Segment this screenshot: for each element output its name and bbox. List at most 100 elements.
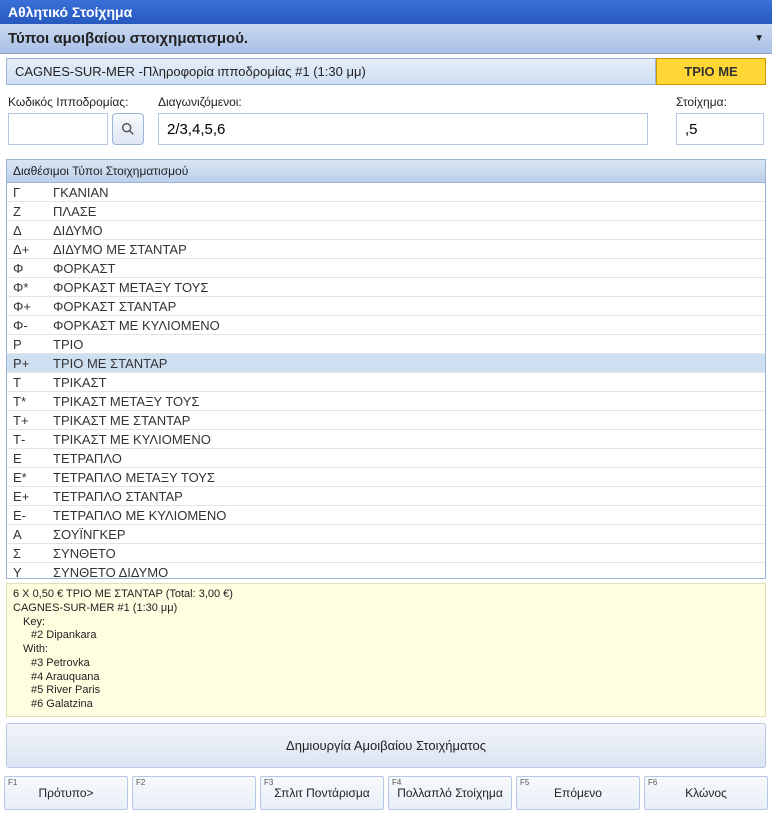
fkey-label: Σπλιτ Ποντάρισμα bbox=[274, 786, 369, 800]
bet-type-name: ΣΟΥΪΝΓΚΕΡ bbox=[51, 527, 765, 542]
table-row[interactable]: ΑΣΟΥΪΝΓΚΕΡ bbox=[7, 525, 765, 544]
bet-type-name: ΦΟΡΚΑΣΤ ΜΕΤΑΞΥ ΤΟΥΣ bbox=[51, 280, 765, 295]
bet-type-name: ΔΙΔΥΜΟ ΜΕ ΣΤΑΝΤΑΡ bbox=[51, 242, 765, 257]
fkey-number: F6 bbox=[648, 778, 657, 787]
table-row[interactable]: ΦΦΟΡΚΑΣΤ bbox=[7, 259, 765, 278]
summary-with-horse: #3 Petrovka bbox=[13, 657, 759, 671]
bet-type-name: ΦΟΡΚΑΣΤ bbox=[51, 261, 765, 276]
summary-race: CAGNES-SUR-MER #1 (1:30 μμ) bbox=[13, 602, 759, 616]
bet-type-code: Δ bbox=[7, 223, 51, 238]
summary-with-horse: #5 River Paris bbox=[13, 684, 759, 698]
summary-with-horse: #4 Arauquana bbox=[13, 671, 759, 685]
bet-types-header: Διαθέσιμοι Τύποι Στοιχηματισμού bbox=[7, 160, 765, 183]
collapse-toggle[interactable]: ▼ bbox=[754, 33, 764, 44]
bet-type-code: Φ bbox=[7, 261, 51, 276]
bet-type-name: ΤΡΙΟ bbox=[51, 337, 765, 352]
table-row[interactable]: Ε+ΤΕΤΡΑΠΛΟ ΣΤΑΝΤΑΡ bbox=[7, 487, 765, 506]
stake-input[interactable] bbox=[676, 113, 764, 145]
bet-type-code: Φ- bbox=[7, 318, 51, 333]
bet-type-code: Ε+ bbox=[7, 489, 51, 504]
table-row[interactable]: Δ+ΔΙΔΥΜΟ ΜΕ ΣΤΑΝΤΑΡ bbox=[7, 240, 765, 259]
label-race-code: Κωδικός Ιπποδρομίας: bbox=[8, 95, 144, 109]
table-row[interactable]: ΣΣΥΝΘΕΤΟ bbox=[7, 544, 765, 563]
bet-type-name: ΤΡΙΟ ΜΕ ΣΤΑΝΤΑΡ bbox=[51, 356, 765, 371]
table-row[interactable]: ΕΤΕΤΡΑΠΛΟ bbox=[7, 449, 765, 468]
bet-type-name: ΣΥΝΘΕΤΟ bbox=[51, 546, 765, 561]
fkey-f3[interactable]: F3Σπλιτ Ποντάρισμα bbox=[260, 776, 384, 810]
fkey-label: Επόμενο bbox=[554, 786, 602, 800]
bet-types-list[interactable]: ΓΓΚΑΝΙΑΝZΠΛΑΣΕΔΔΙΔΥΜΟΔ+ΔΙΔΥΜΟ ΜΕ ΣΤΑΝΤΑΡ… bbox=[7, 183, 765, 578]
fkey-label: Πρότυπο> bbox=[38, 786, 93, 800]
fkey-number: F2 bbox=[136, 778, 145, 787]
fkey-label: Πολλαπλό Στοίχημα bbox=[397, 786, 503, 800]
fkey-number: F3 bbox=[264, 778, 273, 787]
summary-with-horse: #6 Galatzina bbox=[13, 698, 759, 712]
fkey-number: F1 bbox=[8, 778, 17, 787]
table-row[interactable]: ΓΓΚΑΝΙΑΝ bbox=[7, 183, 765, 202]
fkey-f1[interactable]: F1 Πρότυπο> bbox=[4, 776, 128, 810]
table-row[interactable]: Ρ+ΤΡΙΟ ΜΕ ΣΤΑΝΤΑΡ bbox=[7, 354, 765, 373]
summary-key-horse: #2 Dipankara bbox=[13, 629, 759, 643]
search-button[interactable] bbox=[112, 113, 144, 145]
fkey-number: F4 bbox=[392, 778, 401, 787]
table-row[interactable]: ΤΤΡΙΚΑΣΤ bbox=[7, 373, 765, 392]
bet-type-name: ΤΡΙΚΑΣΤ ΜΕΤΑΞΥ ΤΟΥΣ bbox=[51, 394, 765, 409]
bet-type-code: Τ bbox=[7, 375, 51, 390]
bet-type-name: ΤΕΤΡΑΠΛΟ bbox=[51, 451, 765, 466]
bet-type-name: ΤΡΙΚΑΣΤ ΜΕ ΣΤΑΝΤΑΡ bbox=[51, 413, 765, 428]
bet-type-name: ΓΚΑΝΙΑΝ bbox=[51, 185, 765, 200]
table-row[interactable]: Τ*ΤΡΙΚΑΣΤ ΜΕΤΑΞΥ ΤΟΥΣ bbox=[7, 392, 765, 411]
bet-type-name: ΤΕΤΡΑΠΛΟ ΜΕ ΚΥΛΙΟΜΕΝΟ bbox=[51, 508, 765, 523]
table-row[interactable]: Τ+ΤΡΙΚΑΣΤ ΜΕ ΣΤΑΝΤΑΡ bbox=[7, 411, 765, 430]
bet-type-code: Ε- bbox=[7, 508, 51, 523]
bet-type-code: Τ- bbox=[7, 432, 51, 447]
race-code-input[interactable] bbox=[8, 113, 108, 145]
fkey-f5[interactable]: F5 Επόμενο bbox=[516, 776, 640, 810]
table-row[interactable]: ΥΣΥΝΘΕΤΟ ΔΙΔΥΜΟ bbox=[7, 563, 765, 578]
label-stake: Στοίχημα: bbox=[676, 95, 764, 109]
summary-key-label: Key: bbox=[13, 616, 759, 630]
fkey-f4[interactable]: F4Πολλαπλό Στοίχημα bbox=[388, 776, 512, 810]
table-row[interactable]: Φ-ΦΟΡΚΑΣΤ ΜΕ ΚΥΛΙΟΜΕΝΟ bbox=[7, 316, 765, 335]
table-row[interactable]: Φ+ΦΟΡΚΑΣΤ ΣΤΑΝΤΑΡ bbox=[7, 297, 765, 316]
search-icon bbox=[120, 121, 136, 137]
bet-type-name: ΠΛΑΣΕ bbox=[51, 204, 765, 219]
bet-type-code: Τ* bbox=[7, 394, 51, 409]
table-row[interactable]: Τ-ΤΡΙΚΑΣΤ ΜΕ ΚΥΛΙΟΜΕΝΟ bbox=[7, 430, 765, 449]
fkey-f2[interactable]: F2 bbox=[132, 776, 256, 810]
table-row[interactable]: Φ*ΦΟΡΚΑΣΤ ΜΕΤΑΞΥ ΤΟΥΣ bbox=[7, 278, 765, 297]
bet-type-code: Σ bbox=[7, 546, 51, 561]
table-row[interactable]: ΡΤΡΙΟ bbox=[7, 335, 765, 354]
fkey-number: F5 bbox=[520, 778, 529, 787]
bet-type-code: Δ+ bbox=[7, 242, 51, 257]
bet-type-name: ΔΙΔΥΜΟ bbox=[51, 223, 765, 238]
fkey-label: Κλώνος bbox=[685, 786, 727, 800]
bet-type-name: ΤΡΙΚΑΣΤ ΜΕ ΚΥΛΙΟΜΕΝΟ bbox=[51, 432, 765, 447]
table-row[interactable]: Ε*ΤΕΤΡΑΠΛΟ ΜΕΤΑΞΥ ΤΟΥΣ bbox=[7, 468, 765, 487]
bet-type-name: ΦΟΡΚΑΣΤ ΣΤΑΝΤΑΡ bbox=[51, 299, 765, 314]
table-row[interactable]: Ε-ΤΕΤΡΑΠΛΟ ΜΕ ΚΥΛΙΟΜΕΝΟ bbox=[7, 506, 765, 525]
runners-input[interactable] bbox=[158, 113, 648, 145]
bet-type-name: ΦΟΡΚΑΣΤ ΜΕ ΚΥΛΙΟΜΕΝΟ bbox=[51, 318, 765, 333]
bet-type-code: Ε* bbox=[7, 470, 51, 485]
table-row[interactable]: ZΠΛΑΣΕ bbox=[7, 202, 765, 221]
section-title: Τύποι αμοιβαίου στοιχηματισμού. bbox=[8, 30, 248, 47]
summary-with-label: With: bbox=[13, 643, 759, 657]
bet-type-code: Φ* bbox=[7, 280, 51, 295]
bet-summary: 6 Χ 0,50 € ΤΡΙΟ ΜΕ ΣΤΑΝΤΑΡ (Total: 3,00 … bbox=[6, 583, 766, 717]
bet-type-code: Ε bbox=[7, 451, 51, 466]
bet-type-code: Z bbox=[7, 204, 51, 219]
label-runners: Διαγωνιζόμενοι: bbox=[158, 95, 662, 109]
race-info: CAGNES-SUR-MER -Πληροφορία ιπποδρομίας #… bbox=[6, 58, 656, 85]
bet-type-name: ΣΥΝΘΕΤΟ ΔΙΔΥΜΟ bbox=[51, 565, 765, 579]
fkey-f6[interactable]: F6 Κλώνος bbox=[644, 776, 768, 810]
table-row[interactable]: ΔΔΙΔΥΜΟ bbox=[7, 221, 765, 240]
bet-type-name: ΤΡΙΚΑΣΤ bbox=[51, 375, 765, 390]
summary-total: 6 Χ 0,50 € ΤΡΙΟ ΜΕ ΣΤΑΝΤΑΡ (Total: 3,00 … bbox=[13, 588, 759, 602]
bet-type-code: Τ+ bbox=[7, 413, 51, 428]
bet-type-code: Ρ bbox=[7, 337, 51, 352]
create-bet-button[interactable]: Δημιουργία Αμοιβαίου Στοιχήματος bbox=[6, 723, 766, 768]
bet-type-code: Γ bbox=[7, 185, 51, 200]
bet-type-badge: ΤΡΙΟ ΜΕ bbox=[656, 58, 766, 85]
bet-type-code: Α bbox=[7, 527, 51, 542]
